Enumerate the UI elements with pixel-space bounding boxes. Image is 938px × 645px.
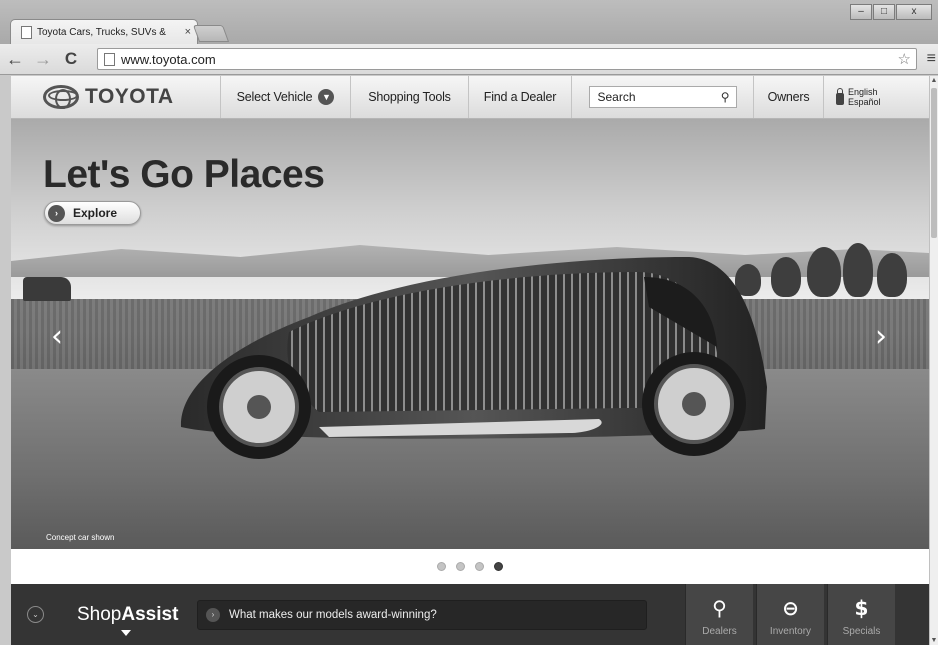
dealers-label: Dealers: [702, 626, 737, 637]
search-input[interactable]: [597, 90, 721, 104]
car-search-icon: ⊖: [782, 596, 799, 620]
shop-assist-question[interactable]: › What makes our models award-winning?: [197, 599, 647, 630]
site-navigation: TOYOTA Select Vehicle ▼ Shopping Tools F…: [11, 76, 929, 119]
carousel-dot[interactable]: [437, 562, 446, 571]
toyota-logo[interactable]: TOYOTA: [11, 76, 221, 118]
new-tab-button[interactable]: [192, 25, 230, 42]
carousel-dot[interactable]: [475, 562, 484, 571]
tractor-graphic: [23, 277, 71, 301]
search-icon[interactable]: ⚲: [721, 90, 730, 104]
browser-window: Toyota Cars, Trucks, SUVs & × – □ x ← → …: [0, 0, 938, 645]
nav-select-vehicle-label: Select Vehicle: [236, 90, 313, 104]
back-button[interactable]: ←: [4, 48, 26, 70]
lang-espanol-link[interactable]: Español: [848, 97, 881, 107]
price-tag-icon: $: [854, 596, 869, 620]
forward-button[interactable]: →: [32, 48, 54, 70]
carousel-dot-active[interactable]: [494, 562, 503, 571]
minimize-button[interactable]: –: [850, 4, 872, 20]
tab-title: Toyota Cars, Trucks, SUVs &: [37, 26, 166, 38]
nav-find-dealer[interactable]: Find a Dealer: [469, 76, 572, 118]
search-area: ⚲: [572, 76, 754, 118]
specials-button[interactable]: $ Specials: [827, 584, 895, 645]
carousel-prev-arrow[interactable]: ‹: [51, 319, 63, 354]
inventory-label: Inventory: [769, 626, 812, 637]
web-page: TOYOTA Select Vehicle ▼ Shopping Tools F…: [11, 76, 929, 645]
close-window-button[interactable]: x: [896, 4, 932, 20]
tree-graphic: [843, 243, 873, 297]
tree-graphic: [807, 247, 841, 297]
concept-car-image: [180, 257, 768, 459]
toyota-emblem-icon: [43, 85, 79, 109]
shop-assist-logo-light: Shop: [77, 603, 122, 625]
reload-button[interactable]: C: [60, 48, 82, 70]
page-scrollbar[interactable]: ▲ ▼: [929, 76, 938, 645]
brand-wordmark: TOYOTA: [85, 85, 174, 108]
nav-select-vehicle[interactable]: Select Vehicle ▼: [221, 76, 351, 118]
nav-shopping-tools[interactable]: Shopping Tools: [351, 76, 469, 118]
chevron-right-icon: ›: [48, 204, 65, 222]
carousel-dots: [11, 549, 929, 584]
browser-menu-icon[interactable]: ≡: [927, 50, 936, 68]
tab-strip: Toyota Cars, Trucks, SUVs & × – □ x: [0, 0, 938, 44]
map-pin-icon: ⚲: [712, 596, 727, 620]
tree-graphic: [877, 253, 907, 297]
browser-toolbar: ← → C www.toyota.com ☆ ≡: [0, 44, 938, 75]
search-box: ⚲: [588, 86, 737, 108]
hero-carousel: Let's Go Places › Explore ‹ › Concept ca…: [11, 119, 929, 549]
scrollbar-thumb[interactable]: [931, 88, 937, 238]
collapse-toggle-icon[interactable]: ⌄: [27, 606, 44, 623]
lang-english-link[interactable]: English: [848, 87, 881, 97]
specials-label: Specials: [842, 626, 881, 637]
carousel-next-arrow[interactable]: ›: [875, 319, 887, 354]
explore-button[interactable]: › Explore: [44, 201, 141, 225]
tab-close-button[interactable]: ×: [185, 26, 191, 38]
chevron-right-icon: ›: [206, 607, 220, 622]
maximize-button[interactable]: □: [873, 4, 895, 20]
hero-headline: Let's Go Places: [43, 153, 325, 196]
bookmark-star-icon[interactable]: ☆: [898, 50, 911, 68]
hero-caption: Concept car shown: [46, 533, 115, 542]
shop-assist-logo[interactable]: ShopAssist: [77, 603, 179, 636]
scroll-down-arrow-icon[interactable]: ▼: [930, 637, 938, 644]
explore-label: Explore: [73, 206, 118, 220]
window-controls: – □ x: [849, 4, 932, 20]
page-icon: [104, 52, 115, 66]
url-text[interactable]: www.toyota.com: [121, 52, 898, 67]
inventory-button[interactable]: ⊖ Inventory: [756, 584, 824, 645]
page-icon: [21, 25, 32, 39]
address-bar[interactable]: www.toyota.com ☆: [97, 48, 917, 70]
language-selector: English Español: [824, 76, 881, 118]
lock-icon: [836, 88, 844, 105]
browser-tab[interactable]: Toyota Cars, Trucks, SUVs & ×: [10, 19, 198, 44]
caret-down-icon: [121, 629, 131, 636]
shop-assist-bar: ⌄ ShopAssist › What makes our models awa…: [11, 584, 929, 645]
tree-graphic: [771, 257, 801, 297]
chevron-down-icon: ▼: [318, 89, 335, 105]
carousel-dot[interactable]: [456, 562, 465, 571]
nav-owners[interactable]: Owners: [754, 76, 824, 118]
dealers-button[interactable]: ⚲ Dealers: [685, 584, 753, 645]
scroll-up-arrow-icon[interactable]: ▲: [930, 77, 938, 84]
shop-assist-logo-bold: Assist: [121, 603, 179, 625]
question-text: What makes our models award-winning?: [229, 608, 437, 621]
